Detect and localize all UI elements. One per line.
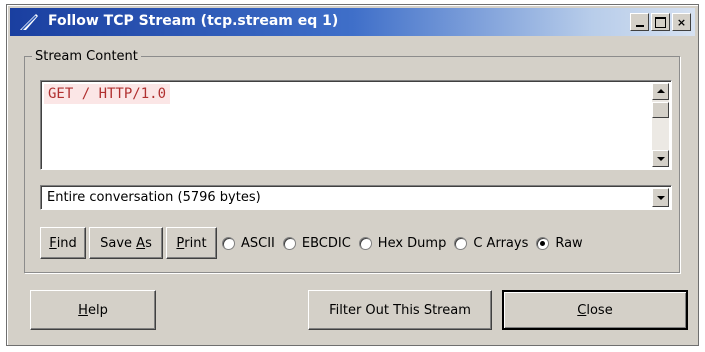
radio-raw-dot[interactable]: [536, 236, 550, 250]
stream-content-textarea[interactable]: GET / HTTP/1.0: [40, 80, 672, 170]
radio-ascii[interactable]: ASCII: [222, 236, 275, 251]
radio-hex-dump-dot[interactable]: [358, 236, 372, 250]
conversation-select-value: Entire conversation (5796 bytes): [47, 190, 261, 205]
close-window-button[interactable]: ×: [672, 13, 691, 31]
window-controls: ×: [630, 13, 691, 31]
vertical-scrollbar[interactable]: [652, 83, 669, 167]
help-button[interactable]: Help: [30, 290, 156, 330]
minimize-button[interactable]: [630, 13, 649, 31]
conversation-select[interactable]: Entire conversation (5796 bytes): [40, 185, 672, 210]
radio-c-arrays[interactable]: C Arrays: [454, 236, 528, 251]
radio-ebcdic-dot[interactable]: [282, 236, 296, 250]
shark-fin-icon: [20, 14, 38, 31]
radio-ebcdic[interactable]: EBCDIC: [282, 236, 351, 251]
title-bar[interactable]: Follow TCP Stream (tcp.stream eq 1) ×: [10, 8, 695, 36]
print-button[interactable]: Print: [166, 227, 217, 259]
stream-content-label: Stream Content: [32, 49, 141, 64]
filter-out-stream-button[interactable]: Filter Out This Stream: [308, 290, 492, 330]
close-button[interactable]: Close: [502, 290, 688, 330]
radio-c-arrays-dot[interactable]: [454, 236, 468, 250]
format-radio-group: ASCII EBCDIC Hex Dump C Arrays Raw: [222, 231, 591, 255]
radio-hex-dump[interactable]: Hex Dump: [358, 236, 446, 251]
maximize-button[interactable]: [651, 13, 670, 31]
scroll-down-icon[interactable]: [652, 150, 669, 167]
scroll-up-icon[interactable]: [652, 83, 669, 100]
stream-text: GET / HTTP/1.0: [44, 84, 171, 104]
find-button[interactable]: Find: [40, 227, 86, 259]
window-title: Follow TCP Stream (tcp.stream eq 1): [48, 13, 339, 29]
chevron-down-icon[interactable]: [652, 188, 669, 207]
radio-raw[interactable]: Raw: [536, 236, 583, 251]
save-as-button[interactable]: Save As: [89, 227, 163, 259]
radio-ascii-dot[interactable]: [222, 236, 235, 250]
scroll-thumb[interactable]: [652, 102, 669, 118]
